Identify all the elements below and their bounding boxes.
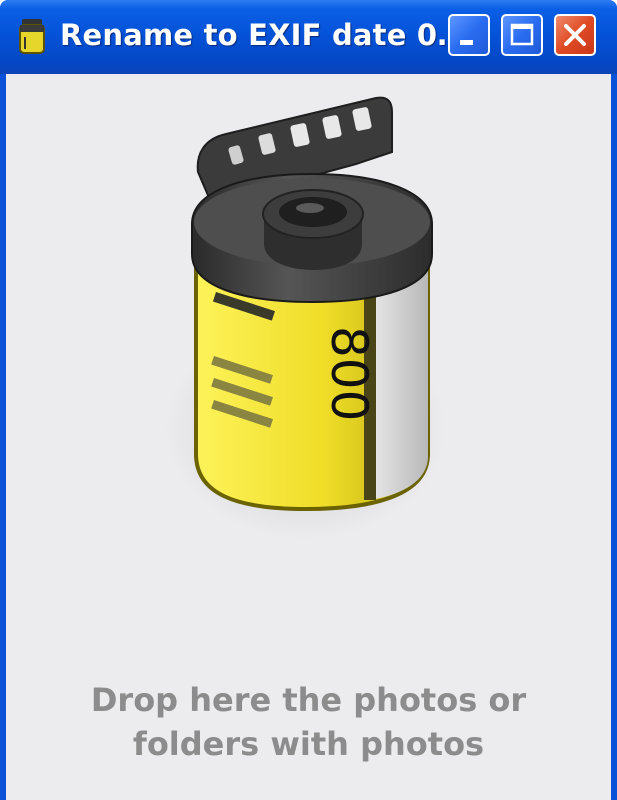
title-bar[interactable]: Rename to EXIF date 0… [0,0,617,74]
close-icon [564,24,586,46]
maximize-button[interactable] [501,14,543,56]
drop-instructions: Drop here the photos or folders with pho… [6,678,611,766]
maximize-icon [510,23,534,46]
film-canister-illustration: 800 [166,96,446,539]
drop-text-line-1: Drop here the photos or [90,681,527,719]
close-button[interactable] [554,14,596,56]
window-title: Rename to EXIF date 0… [60,18,467,52]
minimize-icon [460,40,473,45]
film-canister-icon [19,19,45,54]
minimize-button[interactable] [448,14,490,56]
film-label: 800 [320,326,378,421]
drop-text-line-2: folders with photos [132,725,485,763]
app-window: Rename to EXIF date 0… 800 Drop here the… [0,0,617,800]
drop-area[interactable]: 800 Drop here the photos or folders with… [6,74,611,800]
